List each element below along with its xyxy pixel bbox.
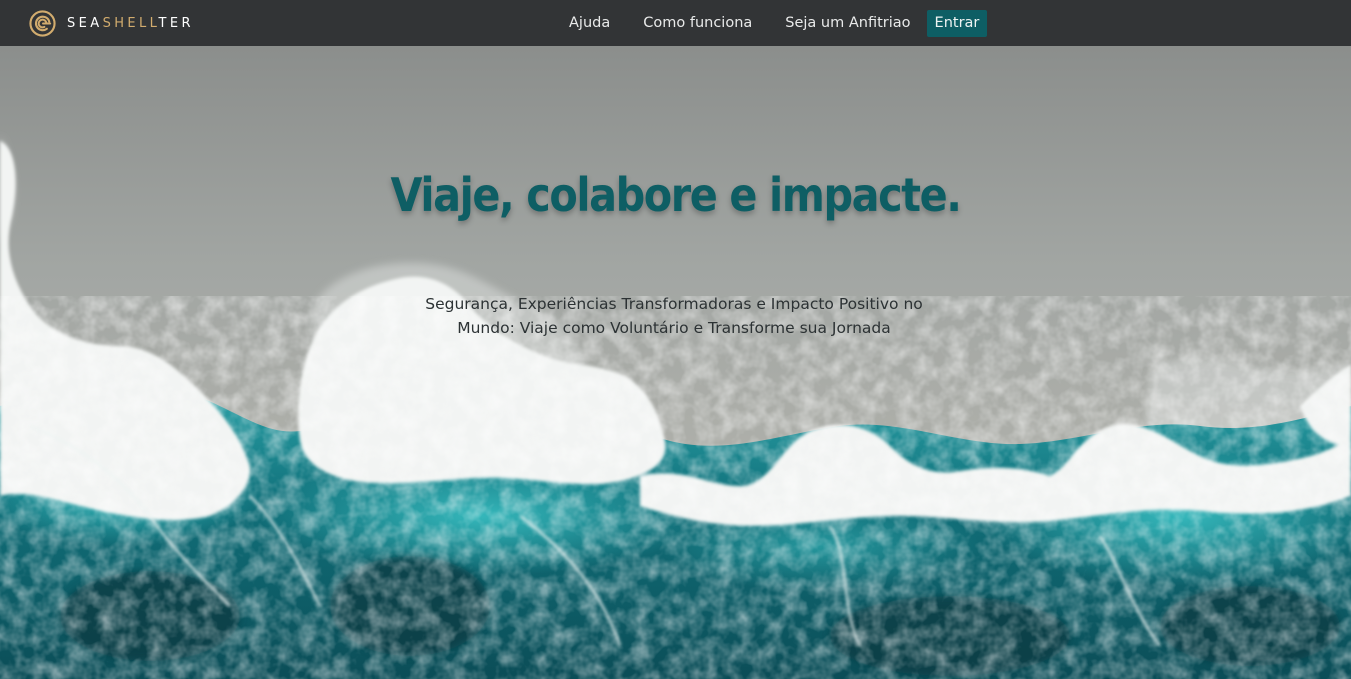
brand-logo[interactable]: SEASHELLTER	[29, 9, 194, 37]
login-button[interactable]: Entrar	[926, 9, 988, 37]
hero-title: Viaje, colabore e impacte.	[390, 168, 961, 222]
nav-link-ajuda[interactable]: Ajuda	[569, 15, 610, 31]
hero-section: Viaje, colabore e impacte. Segurança, Ex…	[0, 46, 1351, 679]
nav-link-seja-anfitriao[interactable]: Seja um Anfitriao	[785, 15, 910, 31]
brand-name: SEASHELLTER	[67, 16, 194, 31]
brand-name-part-1: SEA	[67, 15, 103, 31]
navbar: SEASHELLTER Ajuda Como funciona Seja um …	[0, 0, 1351, 46]
aerial-ocean-waves-image	[0, 46, 1351, 679]
brand-name-part-2: SHELL	[102, 15, 159, 31]
brand-name-part-3: TER	[158, 15, 194, 31]
nav-links: Ajuda Como funciona Seja um Anfitriao En…	[569, 0, 988, 46]
nav-link-como-funciona[interactable]: Como funciona	[643, 15, 752, 31]
hero-subtitle: Segurança, Experiências Transformadoras …	[425, 295, 923, 337]
shell-logo-icon	[29, 9, 56, 37]
